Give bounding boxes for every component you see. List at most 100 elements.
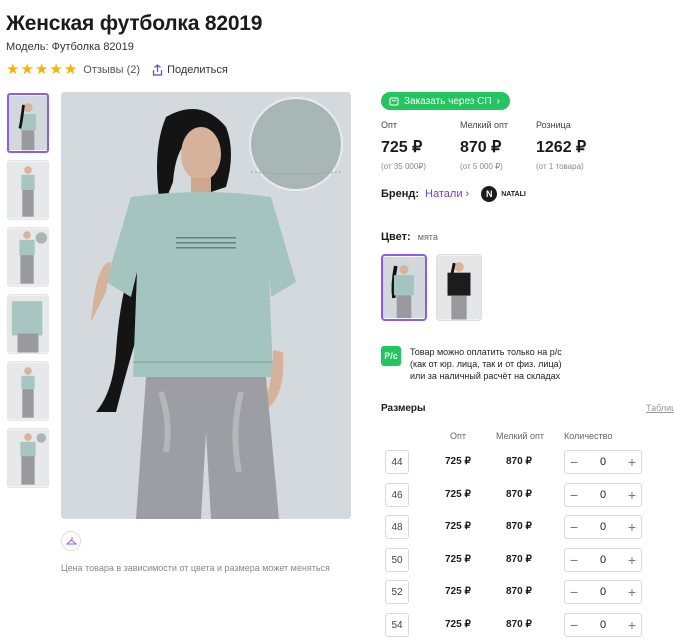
size-price-small-opt: 870 ₽ (506, 521, 532, 532)
quantity-value[interactable]: 0 (600, 489, 606, 501)
quantity-value[interactable]: 0 (600, 521, 606, 533)
price-value: 1262 ₽ (536, 139, 587, 156)
quantity-value[interactable]: 0 (600, 586, 606, 598)
star-icon: ★ (20, 61, 34, 78)
share-label: Поделиться (167, 63, 228, 76)
product-model: Модель: Футболка 82019 (6, 41, 134, 53)
quantity-stepper: − 0 + (564, 548, 642, 572)
header-quantity: Количество (564, 431, 613, 441)
fitting-button[interactable] (61, 531, 81, 551)
size-price-opt: 725 ₽ (445, 554, 471, 565)
size-price-opt: 725 ₽ (445, 489, 471, 500)
thumbnail-5[interactable] (7, 361, 49, 421)
star-icon: ★ (34, 61, 49, 78)
size-price-opt: 725 ₽ (445, 619, 471, 630)
quantity-stepper: − 0 + (564, 483, 642, 507)
price-small-opt: Мелкий опт 870 ₽ (от 5 000 ₽) (460, 120, 508, 171)
price-value: 725 ₽ (381, 139, 423, 156)
payment-line: (как от юр. лица, так и от физ. лица) (410, 359, 562, 369)
minus-icon[interactable]: − (570, 553, 578, 567)
price-opt: Опт 725 ₽ (от 35 000₽) (381, 120, 426, 171)
size-price-small-opt: 870 ₽ (506, 586, 532, 597)
minus-icon[interactable]: − (570, 585, 578, 599)
sizes-title: Размеры (381, 403, 426, 414)
quantity-stepper: − 0 + (564, 613, 642, 637)
payment-line: Товар можно оплатить только на р/с (410, 347, 562, 357)
quantity-stepper: − 0 + (564, 515, 642, 539)
bag-icon (389, 97, 399, 106)
order-sp-label: Заказать через СП (404, 95, 492, 107)
size-table-link[interactable]: Таблиц (646, 403, 674, 413)
quantity-value[interactable]: 0 (600, 619, 606, 631)
thumbnail-list (7, 93, 49, 495)
brand-link-label: Натали (425, 188, 463, 200)
hanger-icon (65, 537, 77, 545)
price-label: Розница (536, 120, 571, 130)
share-icon (152, 63, 163, 76)
plus-icon[interactable]: + (628, 520, 636, 534)
size-row-44: 44 725 ₽ 870 ₽ − 0 + (385, 450, 665, 474)
size-label: 52 (385, 580, 409, 604)
header-small-opt: Мелкий опт (496, 431, 545, 441)
size-row-50: 50 725 ₽ 870 ₽ − 0 + (385, 548, 665, 572)
plus-icon[interactable]: + (628, 488, 636, 502)
main-product-image[interactable] (61, 92, 351, 519)
price-note: Цена товара в зависимости от цвета и раз… (61, 563, 330, 573)
brand-link[interactable]: Натали › (425, 188, 469, 200)
size-price-opt: 725 ₽ (445, 456, 471, 467)
color-label: Цвет: (381, 231, 411, 243)
color-row: Цвет: мята (381, 231, 438, 243)
rating-stars: ★ ★ ★ ★ ★ (6, 62, 77, 77)
reviews-link[interactable]: Отзывы (2) (83, 64, 140, 76)
color-swatch-black[interactable] (436, 254, 482, 321)
payment-info: P/c Товар можно оплатить только на р/с (… (381, 346, 562, 382)
brand-logo[interactable]: N NATALI (481, 186, 526, 202)
thumbnail-1[interactable] (7, 93, 49, 153)
thumbnail-2[interactable] (7, 160, 49, 220)
thumbnail-6[interactable] (7, 428, 49, 488)
quantity-stepper: − 0 + (564, 580, 642, 604)
star-icon: ★ (49, 61, 63, 78)
brand-row: Бренд: Натали › N NATALI (381, 186, 526, 202)
color-value: мята (417, 232, 438, 242)
price-condition: (от 1 товара) (536, 162, 584, 171)
chevron-right-icon: › (496, 95, 500, 107)
brand-label: Бренд: (381, 188, 420, 200)
minus-icon[interactable]: − (570, 455, 578, 469)
size-label: 50 (385, 548, 409, 572)
price-label: Опт (381, 120, 397, 130)
price-condition: (от 35 000₽) (381, 162, 427, 171)
plus-icon[interactable]: + (628, 455, 636, 469)
price-retail: Розница 1262 ₽ (от 1 товара) (536, 120, 586, 171)
payment-text: Товар можно оплатить только на р/с (как … (410, 346, 562, 382)
star-icon: ★ (6, 61, 20, 78)
size-row-52: 52 725 ₽ 870 ₽ − 0 + (385, 580, 665, 604)
size-price-small-opt: 870 ₽ (506, 619, 532, 630)
share-button[interactable]: Поделиться (152, 64, 228, 76)
quantity-value[interactable]: 0 (600, 456, 606, 468)
header-opt: Опт (450, 431, 466, 441)
minus-icon[interactable]: − (570, 488, 578, 502)
size-price-small-opt: 870 ₽ (506, 489, 532, 500)
size-label: 54 (385, 613, 409, 637)
size-label: 44 (385, 450, 409, 474)
plus-icon[interactable]: + (628, 585, 636, 599)
payment-icon: P/c (381, 346, 401, 366)
product-title: Женская футболка 82019 (6, 12, 263, 35)
color-swatch-mint[interactable] (381, 254, 427, 321)
plus-icon[interactable]: + (628, 553, 636, 567)
minus-icon[interactable]: − (570, 520, 578, 534)
size-price-small-opt: 870 ₽ (506, 456, 532, 467)
size-label: 48 (385, 515, 409, 539)
order-sp-button[interactable]: Заказать через СП › (381, 92, 510, 110)
thumbnail-4[interactable] (7, 294, 49, 354)
thumbnail-3[interactable] (7, 227, 49, 287)
quantity-stepper: − 0 + (564, 450, 642, 474)
rating-row: ★ ★ ★ ★ ★ Отзывы (2) Поделиться (6, 62, 228, 77)
minus-icon[interactable]: − (570, 618, 578, 632)
plus-icon[interactable]: + (628, 618, 636, 632)
payment-line: или за наличный расчёт на складах (410, 371, 561, 381)
star-icon: ★ (63, 61, 78, 78)
brand-logo-circle: N (481, 186, 498, 202)
quantity-value[interactable]: 0 (600, 554, 606, 566)
